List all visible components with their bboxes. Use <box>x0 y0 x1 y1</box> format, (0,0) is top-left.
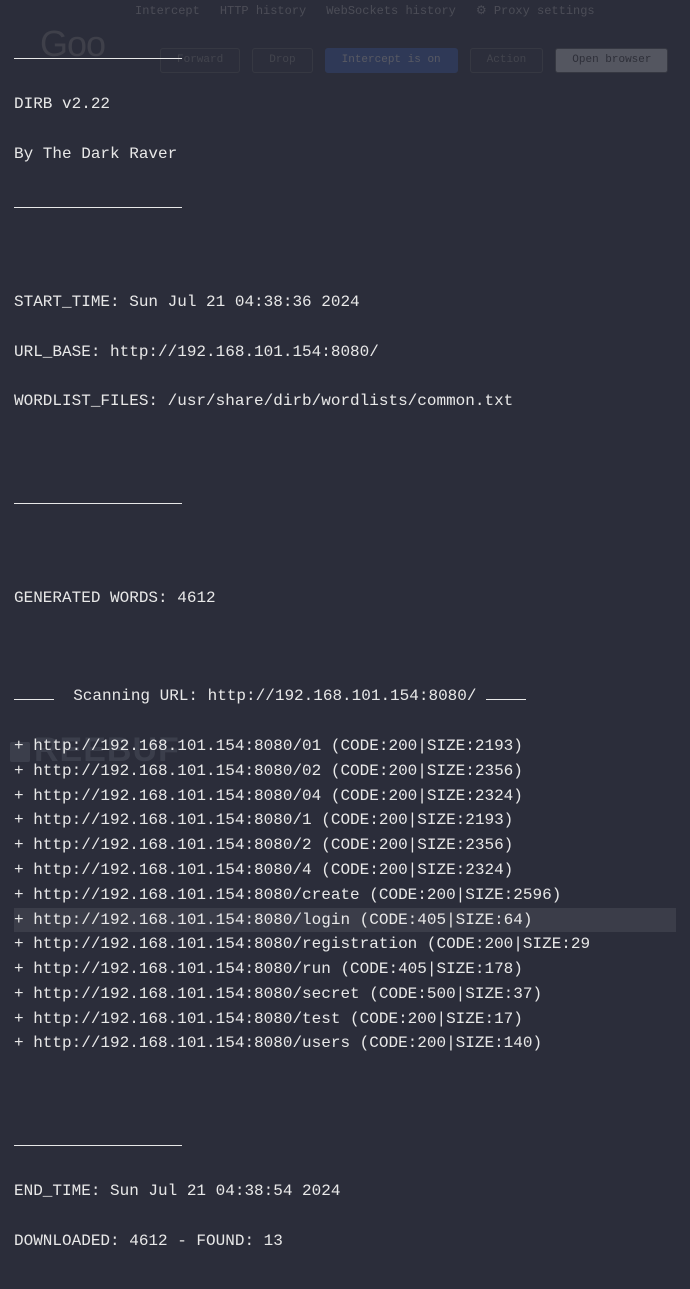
wordlist-value: /usr/share/dirb/wordlists/common.txt <box>168 392 514 410</box>
scan-result-line: + http://192.168.101.154:8080/users (COD… <box>14 1031 676 1056</box>
url-base-value: http://192.168.101.154:8080/ <box>110 343 379 361</box>
generated-words-value: 4612 <box>177 589 215 607</box>
scan-result-line: + http://192.168.101.154:8080/1 (CODE:20… <box>14 808 676 833</box>
generated-words-line: GENERATED WORDS: 4612 <box>14 586 676 611</box>
start-time-line: START_TIME: Sun Jul 21 04:38:36 2024 <box>14 290 676 315</box>
scan-result-line: + http://192.168.101.154:8080/login (COD… <box>14 908 676 933</box>
wordlist-line: WORDLIST_FILES: /usr/share/dirb/wordlist… <box>14 389 676 414</box>
scan-result-line: + http://192.168.101.154:8080/4 (CODE:20… <box>14 858 676 883</box>
scanning-url: http://192.168.101.154:8080/ <box>208 687 477 705</box>
start-time-label: START_TIME: <box>14 293 129 311</box>
start-time-value: Sun Jul 21 04:38:36 2024 <box>129 293 359 311</box>
scan-result-line: + http://192.168.101.154:8080/secret (CO… <box>14 982 676 1007</box>
url-base-label: URL_BASE: <box>14 343 110 361</box>
scan-result-line: + http://192.168.101.154:8080/registrati… <box>14 932 676 957</box>
scan-result-line: + http://192.168.101.154:8080/test (CODE… <box>14 1007 676 1032</box>
scanning-header: Scanning URL: http://192.168.101.154:808… <box>14 684 676 709</box>
rule-line <box>14 43 676 68</box>
rule-line <box>14 1130 676 1155</box>
scan-result-line: + http://192.168.101.154:8080/create (CO… <box>14 883 676 908</box>
end-time-label: END_TIME: <box>14 1182 110 1200</box>
rule-line <box>14 192 676 217</box>
generated-words-label: GENERATED WORDS: <box>14 589 177 607</box>
scan-result-line: + http://192.168.101.154:8080/2 (CODE:20… <box>14 833 676 858</box>
scan-result-line: + http://192.168.101.154:8080/02 (CODE:2… <box>14 759 676 784</box>
downloaded-line: DOWNLOADED: 4612 - FOUND: 13 <box>14 1229 676 1254</box>
end-time-line: END_TIME: Sun Jul 21 04:38:54 2024 <box>14 1179 676 1204</box>
version-line: DIRB v2.22 <box>14 92 676 117</box>
end-time-value: Sun Jul 21 04:38:54 2024 <box>110 1182 340 1200</box>
rule-line <box>14 488 676 513</box>
wordlist-label: WORDLIST_FILES: <box>14 392 168 410</box>
scan-result-line: + http://192.168.101.154:8080/01 (CODE:2… <box>14 734 676 759</box>
terminal-output: DIRB v2.22 By The Dark Raver START_TIME:… <box>0 0 690 1289</box>
author-line: By The Dark Raver <box>14 142 676 167</box>
scanning-label: Scanning URL: <box>73 687 207 705</box>
scan-result-line: + http://192.168.101.154:8080/run (CODE:… <box>14 957 676 982</box>
url-base-line: URL_BASE: http://192.168.101.154:8080/ <box>14 340 676 365</box>
scan-result-line: + http://192.168.101.154:8080/04 (CODE:2… <box>14 784 676 809</box>
scan-results: + http://192.168.101.154:8080/01 (CODE:2… <box>14 734 676 1056</box>
